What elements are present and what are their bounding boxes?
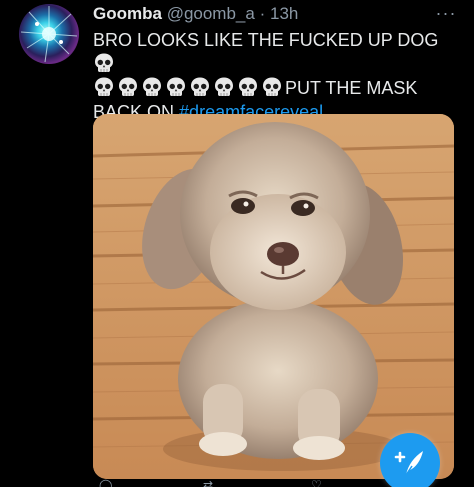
- skull-emoji-icon: [237, 76, 259, 98]
- reply-icon[interactable]: ◯: [99, 478, 112, 487]
- like-icon[interactable]: ♡: [311, 478, 322, 487]
- user-handle[interactable]: @goomb_a: [167, 4, 255, 23]
- retweet-icon[interactable]: ⇄: [203, 478, 213, 487]
- skull-emoji-icon: [93, 76, 115, 98]
- skull-emoji-icon: [117, 76, 139, 98]
- tweet-header: Goomba @goomb_a · 13h: [93, 4, 298, 24]
- tweet-image[interactable]: [93, 114, 454, 479]
- display-name[interactable]: Goomba: [93, 4, 162, 23]
- skull-emoji-row: [93, 76, 285, 98]
- skull-emoji-icon: [141, 76, 163, 98]
- timestamp[interactable]: 13h: [270, 4, 298, 23]
- skull-emoji-icon: [93, 52, 115, 74]
- skull-emoji-icon: [213, 76, 235, 98]
- tweet[interactable]: ··· Goomba @goomb_a · 13h BRO LOOKS LIKE…: [0, 0, 474, 487]
- skull-emoji-icon: [165, 76, 187, 98]
- separator: ·: [259, 4, 266, 23]
- compose-tweet-icon: [394, 451, 423, 476]
- compose-tweet-button[interactable]: [380, 433, 440, 487]
- skull-emoji-icon: [189, 76, 211, 98]
- tweet-text-line1: BRO LOOKS LIKE THE FUCKED UP DOG: [93, 30, 439, 50]
- tweet-text-line2: PUT THE MASK: [285, 78, 418, 98]
- avatar[interactable]: [19, 4, 79, 64]
- tweet-actions: ◯ ⇄ ♡: [93, 478, 373, 487]
- more-options-icon[interactable]: ···: [432, 4, 460, 22]
- tweet-text: BRO LOOKS LIKE THE FUCKED UP DOG PUT THE…: [93, 28, 453, 124]
- skull-emoji-icon: [261, 76, 283, 98]
